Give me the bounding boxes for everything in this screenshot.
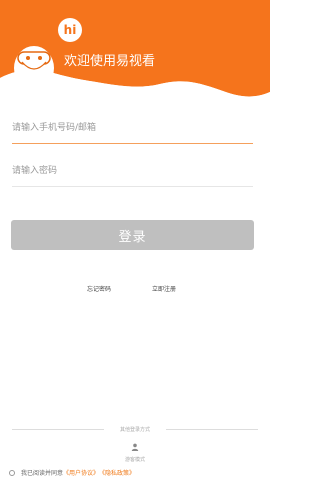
login-button[interactable]: 登录 (11, 220, 254, 250)
guest-mode-button[interactable]: 游客模式 (120, 436, 150, 463)
agreement-row: 我已阅读并同意 《用户协议》 《隐私政策》 (9, 468, 135, 477)
password-input[interactable] (12, 159, 253, 183)
guest-mode-label: 游客模式 (124, 457, 145, 463)
mascot-icon (14, 46, 54, 90)
hi-badge-text: hi (63, 23, 77, 37)
register-link[interactable]: 立即注册 (152, 284, 176, 293)
welcome-title: 欢迎使用易视看 (64, 54, 156, 69)
login-button-label: 登录 (118, 229, 147, 245)
agreement-prefix: 我已阅读并同意 (21, 470, 64, 477)
header-banner: hi 欢迎使用易视看 (0, 0, 270, 100)
account-input[interactable] (12, 116, 253, 140)
forgot-password-link[interactable]: 忘记密码 (87, 284, 111, 293)
agree-checkbox[interactable] (9, 469, 15, 476)
divider-right (166, 429, 258, 430)
password-underline (12, 186, 253, 187)
user-agreement-link[interactable]: 《用户协议》 (63, 468, 99, 477)
person-icon (131, 443, 139, 451)
account-underline (12, 143, 253, 144)
hi-bubble-icon: hi (58, 18, 82, 42)
privacy-policy-link[interactable]: 《隐私政策》 (99, 468, 135, 477)
